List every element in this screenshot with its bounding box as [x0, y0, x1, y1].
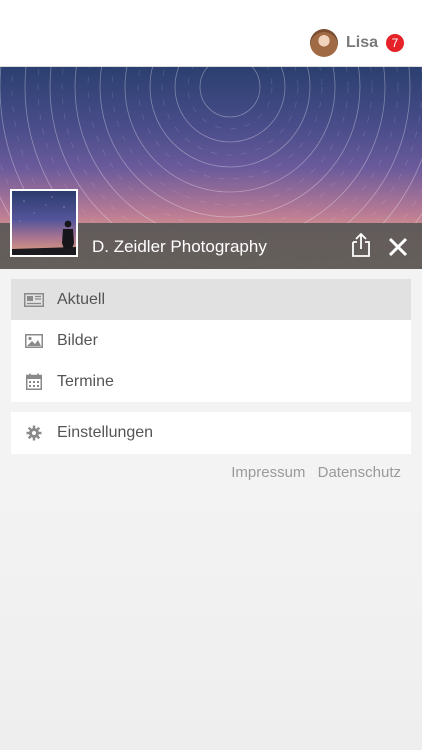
impressum-link[interactable]: Impressum: [231, 464, 305, 481]
page-title: D. Zeidler Photography: [92, 237, 267, 256]
close-button[interactable]: [388, 237, 408, 257]
share-button[interactable]: [350, 232, 372, 257]
silhouette-image: [12, 196, 76, 255]
menu-item-einstellungen[interactable]: Einstellungen: [11, 412, 411, 454]
menu-label: Aktuell: [57, 290, 106, 308]
main-menu: Aktuell Bilder Termine: [11, 279, 411, 402]
close-icon: [388, 237, 408, 257]
profile-thumbnail[interactable]: [10, 189, 78, 257]
menu-label: Bilder: [57, 331, 98, 349]
top-bar: Lisa 7: [0, 0, 422, 67]
avatar[interactable]: [309, 29, 338, 57]
settings-menu: Einstellungen: [11, 412, 411, 454]
footer-links: Impressum Datenschutz: [223, 464, 401, 481]
newspaper-icon: [24, 292, 44, 308]
share-icon: [352, 232, 370, 257]
gear-icon: [24, 425, 44, 441]
user-name[interactable]: Lisa: [346, 34, 378, 52]
datenschutz-link[interactable]: Datenschutz: [318, 464, 401, 481]
menu-item-bilder[interactable]: Bilder: [11, 320, 411, 361]
menu-item-aktuell[interactable]: Aktuell: [11, 279, 411, 320]
empty-area: [0, 490, 422, 750]
menu-label: Einstellungen: [57, 424, 154, 441]
menu-label: Termine: [57, 372, 114, 390]
notification-badge[interactable]: 7: [386, 34, 404, 52]
image-icon: [24, 333, 44, 349]
menu-item-termine[interactable]: Termine: [11, 361, 411, 402]
calendar-icon: [24, 373, 44, 390]
user-menu[interactable]: Lisa 7: [309, 29, 404, 57]
